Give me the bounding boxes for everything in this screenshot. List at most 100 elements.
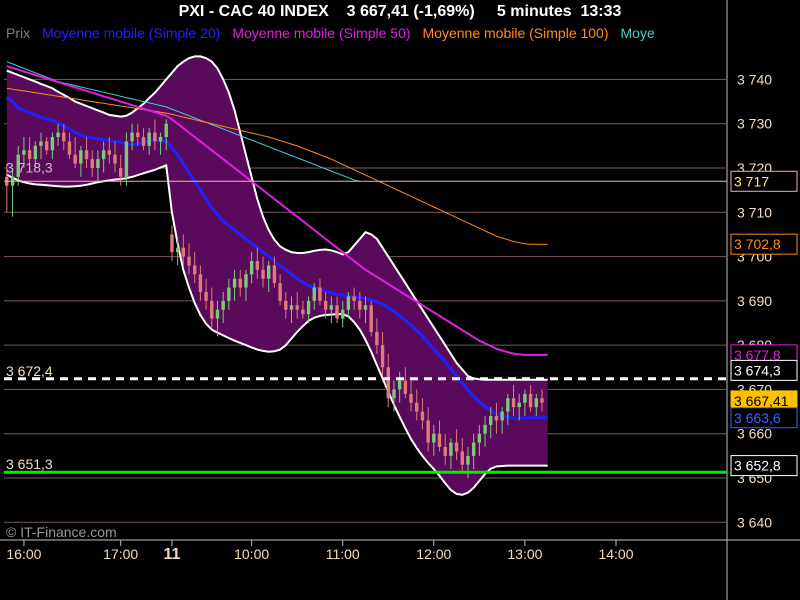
candle-body — [386, 367, 390, 399]
value-tag-label: 3 663,6 — [734, 410, 781, 426]
candle-body — [130, 132, 134, 142]
x-tick-label: 17:00 — [103, 546, 138, 562]
candle-body — [306, 300, 311, 315]
candle-body — [289, 305, 294, 310]
candle-body — [528, 393, 533, 408]
value-tag-label: 3 652,8 — [734, 458, 781, 474]
candle-body — [363, 305, 368, 310]
candle-body — [101, 150, 106, 160]
reference-label: 3 718,3 — [6, 160, 53, 176]
candle-body — [420, 411, 425, 421]
candle-body — [136, 132, 140, 137]
candle-body — [483, 424, 487, 434]
candle-body — [204, 292, 208, 301]
candle-body — [494, 416, 499, 421]
candle-body — [443, 447, 447, 456]
y-tick-label: 3 640 — [737, 514, 772, 530]
candle-body — [272, 265, 277, 284]
candle-body — [295, 305, 299, 310]
candle-body — [278, 283, 282, 301]
candle-body — [415, 402, 419, 412]
candle-body — [181, 247, 186, 257]
candle-body — [227, 287, 231, 301]
candle-body — [403, 380, 408, 394]
candle-body — [27, 150, 32, 160]
value-tag-label: 3 702,8 — [734, 236, 781, 252]
candle-body — [79, 150, 83, 164]
x-tick-label: 14:00 — [598, 546, 633, 562]
candle-body — [380, 345, 385, 368]
candle-body — [67, 141, 72, 155]
candle-body — [471, 442, 476, 456]
bollinger-band-fill — [6, 56, 548, 495]
candle-body — [329, 305, 334, 310]
candle-body — [352, 296, 356, 301]
candle-body — [39, 141, 43, 146]
x-tick-label: 16:00 — [6, 546, 41, 562]
candle-body — [267, 265, 271, 279]
candle-body — [249, 261, 254, 275]
candle-body — [22, 150, 26, 155]
candle-body — [73, 154, 77, 164]
candle-body — [426, 420, 430, 443]
candle-body — [392, 389, 396, 399]
candle-body — [506, 398, 510, 412]
reference-label: 3 672,4 — [6, 363, 53, 379]
candle-body — [107, 150, 112, 155]
candle-body — [369, 305, 373, 332]
x-tick-label: 12:00 — [416, 546, 451, 562]
candle-body — [261, 269, 265, 279]
candle-body — [198, 274, 203, 292]
candle-body — [375, 331, 379, 346]
value-tag-label: 3 667,41 — [734, 393, 789, 409]
candle-body — [523, 393, 527, 403]
candle-body — [158, 137, 163, 142]
candle-body — [301, 309, 305, 315]
candle-body — [437, 433, 442, 447]
candle-body — [409, 393, 413, 403]
candle-body — [335, 305, 339, 319]
candle-body — [466, 455, 470, 465]
candle-body — [118, 168, 123, 177]
candle-body — [323, 300, 328, 310]
candle-body — [96, 159, 100, 168]
candle-body — [318, 287, 322, 301]
candle-body — [210, 300, 214, 319]
candle-body — [113, 154, 117, 164]
candle-body — [454, 442, 459, 452]
candle-body — [147, 132, 151, 146]
candle-body — [432, 433, 436, 443]
x-tick-label: 10:00 — [234, 546, 269, 562]
candle-body — [284, 300, 288, 310]
candle-body — [187, 256, 191, 266]
reference-label: 3 651,3 — [6, 456, 53, 472]
candle-body — [477, 433, 482, 443]
candle-body — [534, 398, 538, 408]
value-tag-label: 3 717 — [734, 173, 769, 189]
candle-body — [397, 380, 402, 390]
candle-body — [33, 145, 38, 160]
chart-stage: PXI - CAC 40 INDEX 3 667,41 (-1,69%) 5 m… — [0, 0, 800, 600]
candle-body — [170, 234, 174, 253]
candle-body — [346, 296, 351, 310]
candle-body — [517, 402, 521, 408]
candle-body — [221, 300, 225, 310]
candle-body — [90, 159, 94, 168]
candle-body — [50, 137, 55, 151]
watermark-text: © IT-Finance.com — [6, 524, 117, 540]
y-tick-label: 3 740 — [737, 71, 772, 87]
candle-body — [141, 137, 146, 146]
y-tick-label: 3 690 — [737, 293, 772, 309]
candle-body — [244, 274, 248, 288]
candle-body — [164, 123, 168, 137]
x-tick-label: 11:00 — [326, 546, 360, 562]
candle-body — [500, 411, 504, 421]
x-tick-label: 11 — [163, 546, 180, 563]
candle-body — [540, 398, 544, 403]
candle-body — [193, 265, 197, 275]
candle-body — [255, 261, 260, 270]
candle-body — [56, 132, 60, 137]
value-tag-label: 3 674,3 — [734, 362, 781, 378]
candle-body — [124, 141, 129, 177]
y-tick-label: 3 730 — [737, 116, 772, 132]
